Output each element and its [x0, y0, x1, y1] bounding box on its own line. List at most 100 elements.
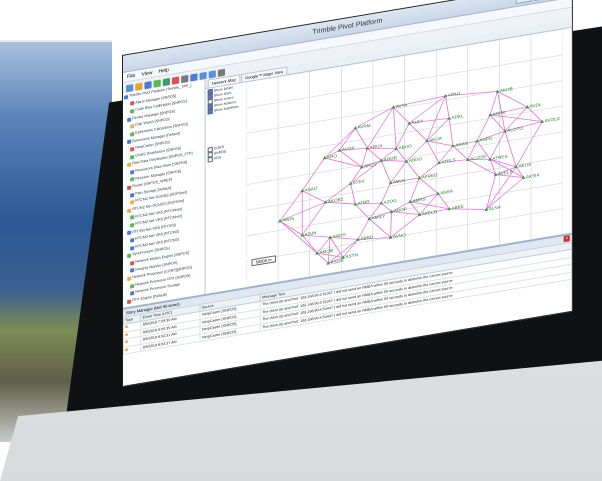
- service-status-icon: [130, 238, 135, 243]
- station-marker[interactable]: AVNO: [388, 232, 407, 240]
- service-status-icon: [127, 185, 132, 191]
- station-label: AWIS: [282, 216, 294, 223]
- service-status-icon: [130, 192, 135, 198]
- connect-icon[interactable]: [153, 79, 161, 88]
- station-marker[interactable]: ADKL: [447, 113, 464, 121]
- station-label: AVNO: [393, 232, 406, 239]
- service-status-icon: [127, 139, 132, 145]
- station-label: ATELS: [441, 157, 455, 164]
- station-label: ASTN: [345, 252, 357, 259]
- service-status-icon: [130, 283, 135, 289]
- station-marker[interactable]: ACOSE: [465, 154, 486, 162]
- zoom-out-icon[interactable]: [208, 69, 216, 78]
- station-label: ABVS: [393, 178, 405, 185]
- station-triangle-icon: [447, 116, 452, 120]
- station-label: ACOSE: [470, 154, 486, 161]
- service-status-icon: [130, 200, 135, 205]
- station-marker[interactable]: ARAS: [451, 141, 468, 149]
- minimize-button[interactable]: –: [515, 0, 533, 5]
- service-status-icon: [127, 299, 132, 304]
- station-label: ATEX: [353, 179, 365, 186]
- station-marker[interactable]: ABKE: [447, 204, 464, 212]
- service-status-icon: [130, 154, 135, 160]
- station-label: AHGY: [364, 162, 377, 169]
- station-label: AVYA: [396, 102, 408, 109]
- service-status-icon: [130, 245, 135, 251]
- station-marker[interactable]: ALEY: [407, 118, 423, 125]
- baseline: [392, 107, 397, 149]
- service-status-icon: [127, 208, 132, 213]
- station-label: AKSIA: [526, 172, 540, 179]
- station-label: AKELO: [422, 209, 438, 216]
- service-tree: Trimble Pivot Platform [Trimble_TPP_] Ala…: [123, 80, 206, 308]
- station-label: AVRM: [358, 123, 371, 130]
- baseline: [366, 106, 394, 149]
- service-status-icon: [127, 276, 132, 282]
- new-icon[interactable]: [126, 83, 134, 92]
- settings-icon[interactable]: [181, 74, 189, 83]
- service-status-icon: [130, 260, 135, 266]
- station-label: ADKL: [452, 113, 465, 120]
- baseline: [390, 211, 392, 238]
- menu-help[interactable]: Help: [159, 67, 170, 75]
- station-label: ABRD: [360, 234, 374, 241]
- service-status-icon: [130, 131, 135, 137]
- service-status-icon: [130, 177, 135, 182]
- panel-close-icon[interactable]: ×: [563, 235, 570, 243]
- service-status-icon: [124, 94, 129, 100]
- checkbox[interactable]: [207, 156, 213, 163]
- baseline: [324, 127, 356, 159]
- checkbox[interactable]: [207, 108, 213, 115]
- chart-icon[interactable]: [190, 72, 198, 82]
- station-marker[interactable]: AKSIA: [521, 172, 540, 180]
- monitor: Trimble Pivot Platform – □ × File View H…: [0, 0, 602, 481]
- station-label: AKUA: [429, 136, 442, 143]
- service-status-icon: [127, 230, 132, 236]
- zoom-icon[interactable]: [199, 71, 207, 80]
- station-label: ATBR: [358, 199, 371, 206]
- station-label: ARAS: [455, 141, 468, 148]
- baseline: [485, 174, 497, 210]
- service-status-icon: [130, 101, 135, 107]
- service-status-icon: [130, 108, 135, 114]
- station-marker[interactable]: ASOR: [326, 258, 345, 266]
- station-label: ANSA: [440, 189, 453, 196]
- station-label: AVDL: [530, 102, 542, 109]
- service-status-icon: [130, 222, 135, 228]
- station-marker[interactable]: AVOLD: [540, 116, 561, 124]
- baseline: [350, 183, 356, 205]
- station-label: AKOB: [500, 86, 513, 93]
- service-status-icon: [127, 117, 132, 122]
- service-status-icon: [130, 169, 135, 175]
- station-label: AMRS: [412, 197, 425, 204]
- map-icon[interactable]: [171, 75, 180, 85]
- menu-view[interactable]: View: [141, 69, 152, 77]
- station-label: ARUA: [370, 143, 383, 150]
- station-marker[interactable]: ATBR: [353, 199, 370, 207]
- station-marker[interactable]: VPAG: [443, 91, 461, 99]
- group-list: CORS SNPOS VRS: [207, 143, 239, 163]
- baseline: [380, 160, 391, 183]
- station-label: ABUO: [398, 143, 412, 150]
- service-status-icon: [130, 215, 135, 220]
- station-marker[interactable]: AKOB: [495, 86, 513, 94]
- station-label: AVOA: [342, 145, 355, 152]
- warning-icon: [123, 343, 142, 355]
- station-marker[interactable]: AVDL: [525, 102, 542, 110]
- save-icon[interactable]: [144, 80, 152, 89]
- baseline: [504, 130, 517, 168]
- maximize-button[interactable]: □: [534, 0, 551, 2]
- station-label: AVOLD: [545, 116, 561, 123]
- menu-file[interactable]: File: [127, 72, 135, 79]
- service-status-icon: [130, 146, 135, 152]
- pan-icon[interactable]: [217, 68, 226, 77]
- station-label: VPAG: [448, 91, 461, 98]
- station-label: ARO: [327, 153, 338, 160]
- group-label: VRS: [213, 155, 222, 161]
- open-icon[interactable]: [135, 82, 143, 91]
- station-label: AKUS: [518, 162, 531, 169]
- refresh-icon[interactable]: [162, 77, 170, 86]
- station-label: ATRES: [492, 154, 507, 161]
- service-status-icon: [130, 291, 135, 296]
- station-label: ALEY: [412, 118, 424, 125]
